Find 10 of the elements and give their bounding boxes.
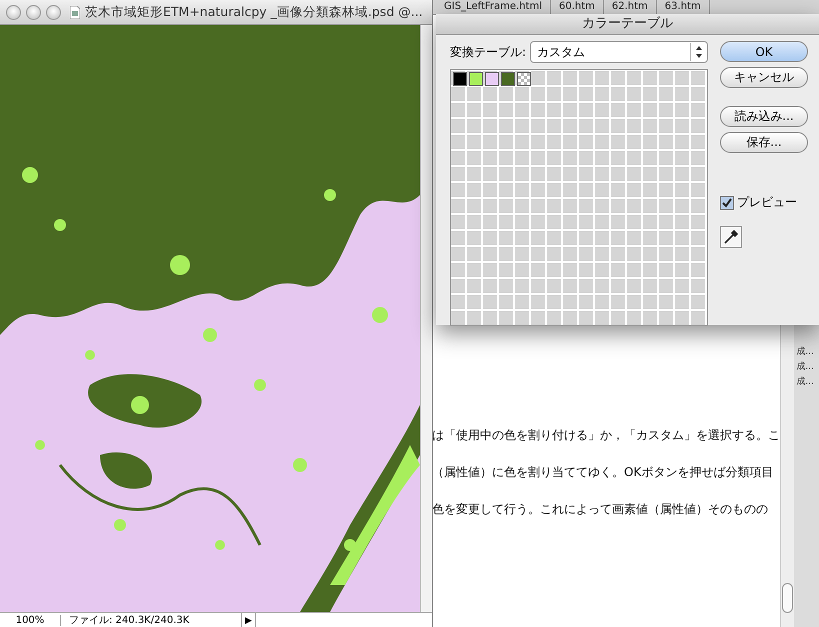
sidebar-text: 成... [795, 346, 815, 358]
window-title: 茨木市域矩形ETM+naturalcpy _画像分類森林域.psd @... [85, 4, 423, 20]
paragraph-line: は「使用中の色を割り付ける」か，「カスタム」を選択する。こ [432, 427, 780, 444]
sidebar-text: 成... [795, 360, 815, 373]
dialog-title: カラーテーブル [436, 14, 819, 35]
paragraph-line: 色を変更して行う。これによって画素値（属性値）そのものの [432, 501, 769, 518]
paragraph-line: （属性値）に色を割り当ててゆく。OKボタンを押せば分類項目 [432, 464, 774, 481]
table-label: 変換テーブル: [450, 44, 526, 60]
sidebar-text: 成... [795, 376, 815, 388]
zoom-level: 100% [0, 614, 61, 626]
